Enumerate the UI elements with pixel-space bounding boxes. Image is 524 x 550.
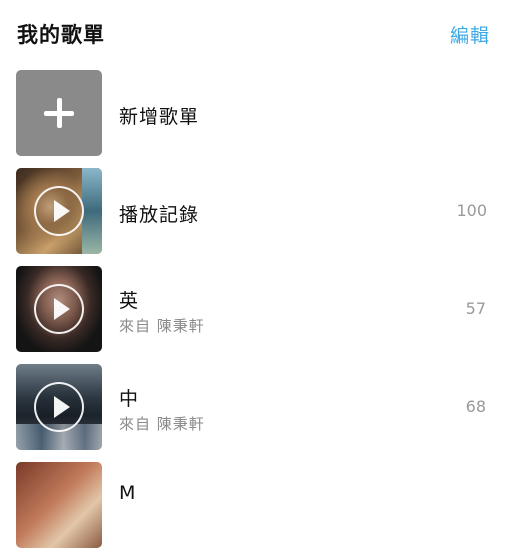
page-title: 我的歌單: [17, 23, 105, 47]
play-icon[interactable]: [34, 284, 84, 334]
playlist-title: 播放記錄: [119, 204, 200, 226]
playlist-row-chinese[interactable]: 中 來自 陳秉軒 68: [0, 364, 524, 452]
play-icon[interactable]: [34, 382, 84, 432]
playlist-title: 中: [119, 388, 140, 410]
track-count: 57: [465, 299, 486, 318]
playlist-cover: [16, 266, 102, 352]
playlist-title: 英: [119, 290, 140, 312]
header: 我的歌單 編輯: [0, 0, 524, 66]
playlist-row-english[interactable]: 英 來自 陳秉軒 57: [0, 266, 524, 354]
playlist-row-partial[interactable]: M: [0, 462, 524, 550]
edit-button[interactable]: 編輯: [450, 21, 490, 48]
track-count: 68: [465, 397, 486, 416]
add-playlist-tile[interactable]: [16, 70, 102, 156]
add-playlist-label: 新增歌單: [119, 106, 200, 128]
playlist-cover: [16, 462, 102, 548]
playlist-owner: 來自 陳秉軒: [119, 415, 205, 433]
playlist-row-history[interactable]: 播放記錄 100: [0, 168, 524, 256]
playlist-cover: [16, 364, 102, 450]
playlist-cover: [16, 168, 102, 254]
track-count: 100: [456, 201, 487, 220]
add-playlist-row[interactable]: 新增歌單: [0, 70, 524, 158]
playlist-title: M: [119, 482, 137, 504]
play-icon[interactable]: [34, 186, 84, 236]
playlist-owner: 來自 陳秉軒: [119, 317, 205, 335]
